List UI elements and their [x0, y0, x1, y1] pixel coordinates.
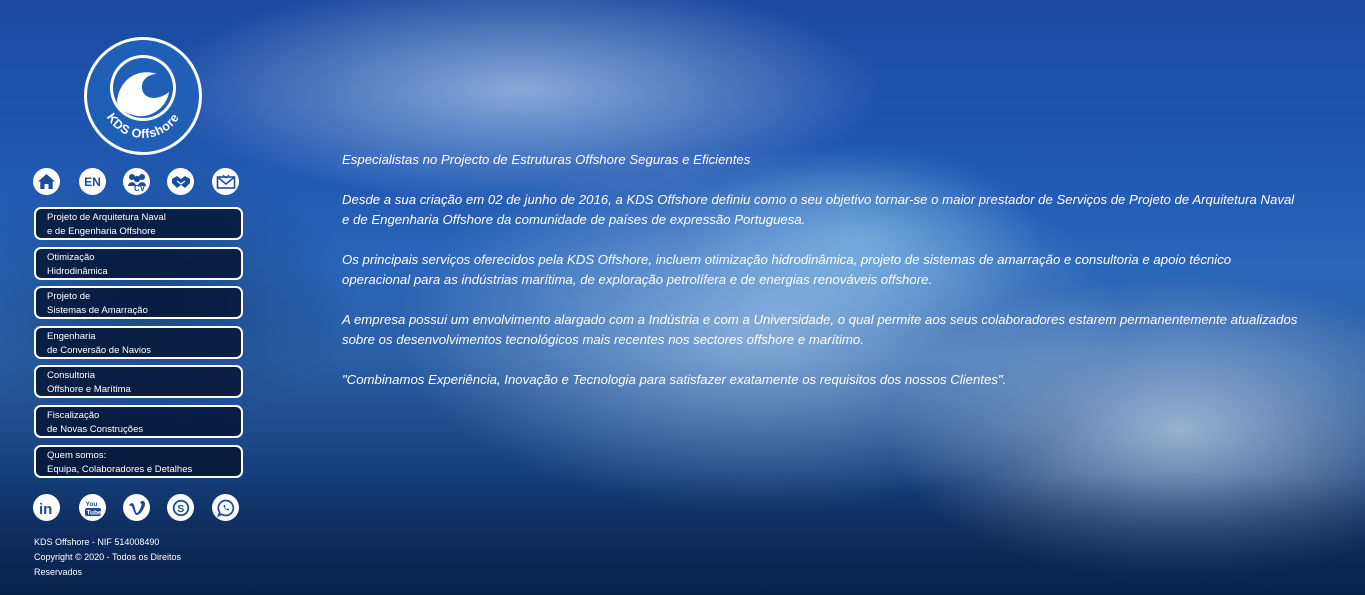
text: Especialistas no — [342, 152, 441, 167]
text-highlight: Estruturas Offshore Seguras — [511, 152, 679, 167]
svg-text:S: S — [177, 503, 184, 515]
linkedin-icon[interactable]: in — [33, 494, 60, 521]
menu-item-line2: Equipa, Colaboradores e Detalhes — [47, 464, 193, 475]
svg-text:in: in — [39, 501, 52, 516]
services-paragraph: Os principais serviços oferecidos pela K… — [342, 252, 1232, 287]
skype-icon[interactable]: S — [167, 494, 194, 521]
menu-item-fiscalizacao[interactable]: Fiscalização de Novas Construções — [34, 405, 243, 438]
industry-paragraph: A empresa possui um envolvimento alargad… — [342, 312, 1298, 347]
intro-paragraph: Especialistas no Projecto de Estruturas … — [342, 150, 1302, 170]
text-highlight: Experiência — [428, 372, 497, 387]
footer: KDS Offshore - NIF 514008490 Copyright ©… — [34, 535, 224, 580]
sidebar: KDS Offshore EN CV Projeto de Arquitetur… — [0, 0, 275, 595]
footer-company: KDS Offshore - NIF 514008490 — [34, 537, 160, 547]
menu-item-line1: Projeto de Arquitetura Naval — [47, 212, 166, 223]
top-icon-bar: EN CV — [33, 168, 243, 196]
menu-item-consultoria[interactable]: Consultoria Offshore e Marítima — [34, 365, 243, 398]
menu-item-line1: Fiscalização — [47, 410, 100, 421]
mail-icon[interactable] — [212, 168, 239, 195]
footer-rights: Reservados — [34, 567, 83, 577]
svg-text:You: You — [85, 501, 97, 508]
cv-team-icon[interactable]: CV — [123, 168, 150, 195]
language-label: EN — [84, 174, 101, 189]
text: para satisfazer exatamente os requisitos… — [635, 372, 951, 387]
main-content: Especialistas no Projecto de Estruturas … — [342, 150, 1302, 410]
menu-item-otimizacao-hidrodinamica[interactable]: Otimização Hidrodinâmica — [34, 247, 243, 280]
text: e — [557, 372, 573, 387]
menu-item-line2: Sistemas de Amarração — [47, 305, 148, 316]
quote-paragraph: "Combinamos Experiência, Inovação e Tecn… — [342, 370, 1302, 390]
text: ". — [997, 372, 1007, 387]
menu-item-arquitetura-naval[interactable]: Projeto de Arquitetura Naval e de Engenh… — [34, 207, 243, 240]
text: "Combinamos — [342, 372, 429, 387]
menu-item-line2: de Novas Construções — [47, 424, 144, 435]
menu-item-quem-somos[interactable]: Quem somos: Equipa, Colaboradores e Deta… — [34, 445, 243, 478]
text-highlight: Clientes — [950, 372, 998, 387]
footer-copyright: Copyright © 2020 - Todos os Direitos — [34, 552, 182, 562]
logo-wave-icon: KDS Offshore — [104, 55, 182, 141]
svg-text:Tube: Tube — [86, 509, 101, 516]
language-en-button[interactable]: EN — [79, 168, 106, 195]
svg-text:CV: CV — [134, 184, 146, 192]
text: de — [489, 152, 512, 167]
vimeo-icon[interactable] — [123, 494, 150, 521]
text-highlight: Eficientes — [693, 152, 751, 167]
history-paragraph: Desde a sua criação em 02 de junho de 20… — [342, 192, 1295, 227]
menu-item-line2: Offshore e Marítima — [47, 384, 131, 395]
menu-item-line2: de Conversão de Navios — [47, 345, 152, 356]
menu-item-line1: Projeto de — [47, 291, 91, 302]
menu-item-line2: e de Engenharia Offshore — [47, 226, 156, 237]
menu-item-line1: Engenharia — [47, 331, 96, 342]
text-highlight: Inovação — [504, 372, 558, 387]
youtube-icon[interactable]: You Tube — [79, 494, 106, 521]
menu-item-line1: Consultoria — [47, 370, 96, 381]
text-highlight: Projecto — [440, 152, 490, 167]
menu-item-line2: Hidrodinâmica — [47, 266, 108, 277]
menu-item-sistemas-amarracao[interactable]: Projeto de Sistemas de Amarração — [34, 286, 243, 319]
menu-item-conversao-navios[interactable]: Engenharia de Conversão de Navios — [34, 326, 243, 359]
text: e — [678, 152, 694, 167]
menu-item-line1: Otimização — [47, 252, 95, 263]
social-icon-bar: in You Tube S — [33, 494, 243, 522]
menu-item-line1: Quem somos: — [47, 450, 107, 461]
text-highlight: Tecnologia — [572, 372, 636, 387]
whatsapp-icon[interactable] — [212, 494, 239, 521]
home-icon[interactable] — [33, 168, 60, 195]
kds-logo[interactable]: KDS Offshore — [84, 37, 202, 155]
handshake-icon[interactable] — [167, 168, 194, 195]
